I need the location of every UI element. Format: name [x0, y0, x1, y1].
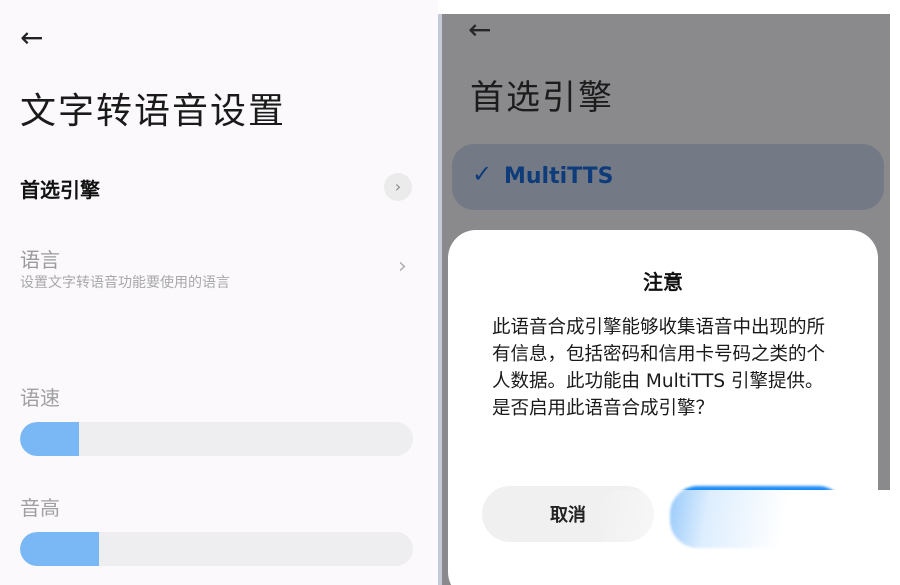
- pitch-label: 音高: [20, 496, 60, 520]
- dialog-title: 注意: [643, 270, 683, 294]
- preferred-engine-label: 首选引擎: [20, 178, 100, 202]
- watermark-fade: [600, 490, 900, 585]
- page-title: 首选引擎: [470, 78, 614, 118]
- dialog-message: 此语音合成引擎能够收集语音中出现的所有信息，包括密码和信用卡号码之类的个人数据。…: [492, 317, 826, 419]
- pitch-slider[interactable]: [20, 532, 413, 566]
- back-arrow-icon[interactable]: ←: [20, 24, 43, 52]
- chevron-right-icon: ›: [398, 254, 407, 279]
- speech-rate-slider[interactable]: [20, 422, 413, 456]
- page-title: 文字转语音设置: [20, 91, 287, 132]
- tts-settings-panel: ← 文字转语音设置 首选引擎 › 语言 设置文字转语音功能要使用的语言 › 语速…: [0, 0, 438, 585]
- language-description: 设置文字转语音功能要使用的语言: [20, 275, 230, 291]
- language-label: 语言: [20, 248, 60, 272]
- speech-rate-label: 语速: [20, 386, 60, 410]
- engine-name: MultiTTS: [504, 164, 614, 189]
- back-arrow-icon[interactable]: ←: [468, 16, 491, 44]
- pitch-fill: [20, 532, 99, 566]
- speech-rate-fill: [20, 422, 79, 456]
- chevron-right-icon: ›: [384, 173, 412, 201]
- checkmark-icon: ✓: [472, 160, 493, 188]
- engine-option-multitts[interactable]: ✓ MultiTTS: [452, 144, 884, 210]
